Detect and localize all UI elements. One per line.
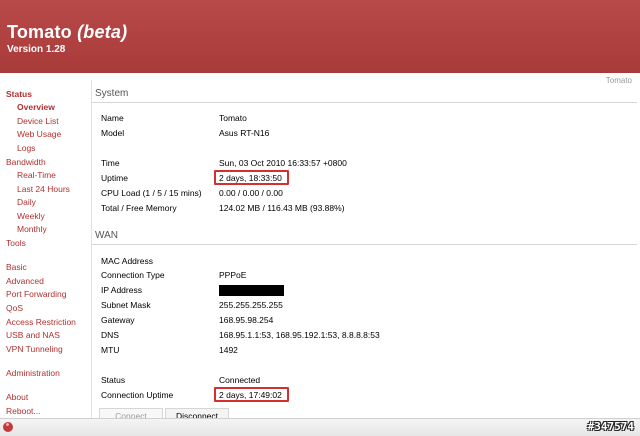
cpu-load-label: CPU Load (1 / 5 / 15 mins) — [101, 188, 202, 198]
memory-label: Total / Free Memory — [101, 203, 177, 213]
wan-status-value: Connected — [219, 375, 261, 385]
sidebar-item-access-restriction[interactable]: Access Restriction — [6, 317, 76, 327]
section-title-system: System — [95, 88, 129, 99]
cpu-load-value: 0.00 / 0.00 / 0.00 — [219, 188, 283, 198]
sidebar-item-status[interactable]: Status — [6, 89, 32, 99]
watermark: #347574 — [587, 420, 634, 433]
sidebar-item-last-24-hours[interactable]: Last 24 Hours — [17, 184, 70, 194]
section-rule-system — [92, 102, 637, 103]
connection-type-label: Connection Type — [101, 270, 165, 280]
time-label: Time — [101, 158, 120, 168]
sidebar-item-usb-nas[interactable]: USB and NAS — [6, 330, 60, 340]
model-label: Model — [101, 128, 125, 138]
sidebar-item-overview[interactable]: Overview — [17, 102, 55, 112]
brand-beta: (beta) — [77, 22, 128, 42]
sidebar-item-about[interactable]: About — [6, 392, 28, 402]
connection-type-value: PPPoE — [219, 270, 247, 280]
sidebar-item-vpn-tunneling[interactable]: VPN Tunneling — [6, 344, 63, 354]
section-title-wan: WAN — [95, 230, 118, 241]
content-divider — [91, 80, 92, 420]
mac-address-label: MAC Address — [101, 256, 153, 266]
sidebar-item-basic[interactable]: Basic — [6, 262, 27, 272]
sidebar-item-weekly[interactable]: Weekly — [17, 211, 45, 221]
model-value: Asus RT-N16 — [219, 128, 270, 138]
sidebar-item-tools[interactable]: Tools — [6, 238, 26, 248]
browser-status-bar — [0, 418, 640, 436]
sidebar-item-qos[interactable]: QoS — [6, 303, 23, 313]
sidebar-item-device-list[interactable]: Device List — [17, 116, 59, 126]
connection-uptime-label: Connection Uptime — [101, 390, 174, 400]
sidebar-item-monthly[interactable]: Monthly — [17, 224, 47, 234]
ip-address-label: IP Address — [101, 285, 142, 295]
ip-address-redacted — [219, 285, 284, 296]
tomato-icon — [3, 422, 13, 432]
gateway-value: 168.95.98.254 — [219, 315, 274, 325]
gateway-label: Gateway — [101, 315, 135, 325]
sidebar-item-daily[interactable]: Daily — [17, 197, 36, 207]
subnet-mask-value: 255.255.255.255 — [219, 300, 283, 310]
brand-name: Tomato — [7, 22, 72, 42]
time-value: Sun, 03 Oct 2010 16:33:57 +0800 — [219, 158, 347, 168]
sidebar-item-administration[interactable]: Administration — [6, 368, 60, 378]
uptime-highlight — [214, 170, 289, 185]
brand-title: Tomato (beta) — [7, 22, 127, 43]
mtu-value: 1492 — [219, 345, 238, 355]
mtu-label: MTU — [101, 345, 120, 355]
connection-uptime-highlight — [214, 387, 289, 402]
app-header: Tomato (beta) Version 1.28 — [0, 0, 640, 73]
dns-label: DNS — [101, 330, 119, 340]
memory-value: 124.02 MB / 116.43 MB (93.88%) — [219, 203, 345, 213]
sidebar-item-web-usage[interactable]: Web Usage — [17, 129, 61, 139]
name-value: Tomato — [219, 113, 247, 123]
dns-value: 168.95.1.1:53, 168.95.192.1:53, 8.8.8.8:… — [219, 330, 380, 340]
sidebar-nav: Status Overview Device List Web Usage Lo… — [0, 73, 90, 417]
sidebar-item-advanced[interactable]: Advanced — [6, 276, 44, 286]
section-rule-wan — [92, 244, 637, 245]
name-label: Name — [101, 113, 124, 123]
uptime-label: Uptime — [101, 173, 128, 183]
brand-version: Version 1.28 — [7, 44, 66, 55]
sidebar-item-bandwidth[interactable]: Bandwidth — [6, 157, 46, 167]
sidebar-item-reboot[interactable]: Reboot... — [6, 406, 41, 416]
corner-label: Tomato — [605, 76, 632, 85]
wan-status-label: Status — [101, 375, 126, 385]
subnet-mask-label: Subnet Mask — [101, 300, 151, 310]
sidebar-item-port-forwarding[interactable]: Port Forwarding — [6, 289, 66, 299]
sidebar-item-logs[interactable]: Logs — [17, 143, 35, 153]
sidebar-item-real-time[interactable]: Real-Time — [17, 170, 56, 180]
